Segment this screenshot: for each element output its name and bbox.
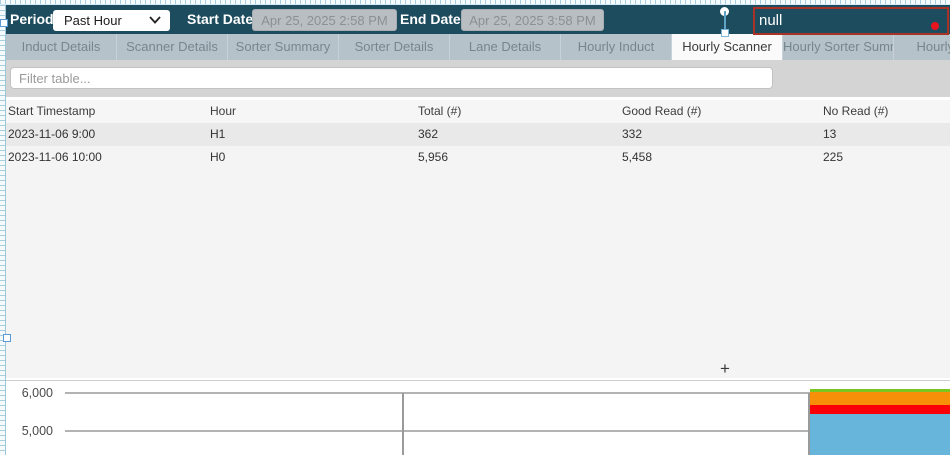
table-row[interactable]: 2023-11-06 10:00 H0 5,956 5,458 225 xyxy=(6,146,950,169)
tab-hourly-sorter-details[interactable]: Hourly Sort xyxy=(894,34,950,60)
tab-induct-details[interactable]: Induct Details xyxy=(6,34,117,60)
ruler-handle-mid[interactable] xyxy=(3,334,11,342)
chevron-down-icon xyxy=(149,16,161,24)
start-date-input[interactable] xyxy=(252,9,397,31)
left-ruler xyxy=(0,5,6,455)
table-header-row: Start Timestamp Hour Total (#) Good Read… xyxy=(6,100,950,123)
table-cell: H0 xyxy=(210,146,225,169)
bar-segment-no-read[interactable] xyxy=(810,405,950,414)
toolbar: Period: Past Hour Start Date: End Date: … xyxy=(6,5,950,34)
table-cell: 332 xyxy=(622,123,642,146)
filter-panel xyxy=(6,60,950,97)
table-cell: H1 xyxy=(210,123,225,146)
tab-bar: Induct Details Scanner Details Sorter Su… xyxy=(6,34,950,60)
filter-table-input[interactable] xyxy=(10,67,773,89)
tab-scanner-details[interactable]: Scanner Details xyxy=(117,34,228,60)
selection-anchor-square[interactable] xyxy=(721,29,729,37)
hourly-scanner-chart: 6,000 5,000 xyxy=(6,380,950,455)
table-row[interactable]: 2023-11-06 9:00 H1 362 332 13 xyxy=(6,123,950,146)
period-select[interactable]: Past Hour xyxy=(53,10,170,31)
tab-sorter-summary[interactable]: Sorter Summary xyxy=(228,34,339,60)
table-cell: 2023-11-06 10:00 xyxy=(8,146,102,169)
hourly-scanner-table: Start Timestamp Hour Total (#) Good Read… xyxy=(6,97,950,378)
column-header-total[interactable]: Total (#) xyxy=(418,100,461,123)
bar-segment-good-read[interactable] xyxy=(810,414,950,455)
y-axis-tick-label: 6,000 xyxy=(6,386,53,400)
gridline-vertical xyxy=(402,393,404,455)
ruler-handle-top[interactable] xyxy=(0,19,8,27)
period-select-value: Past Hour xyxy=(64,13,122,28)
null-overlay-text: null xyxy=(759,12,782,29)
null-overlay-widget[interactable]: null xyxy=(753,7,949,35)
table-cell: 2023-11-06 9:00 xyxy=(8,123,95,146)
tab-lane-details[interactable]: Lane Details xyxy=(450,34,561,60)
end-date-label: End Date: xyxy=(400,5,465,34)
table-cell: 5,458 xyxy=(622,146,652,169)
column-header-good-read[interactable]: Good Read (#) xyxy=(622,100,701,123)
table-cell: 13 xyxy=(823,123,836,146)
tab-hourly-scanner[interactable]: Hourly Scanner xyxy=(672,34,783,60)
column-header-hour[interactable]: Hour xyxy=(210,100,236,123)
dashboard-editor-canvas: Period: Past Hour Start Date: End Date: … xyxy=(0,0,950,455)
y-axis-tick-label: 5,000 xyxy=(6,424,53,438)
start-date-label: Start Date: xyxy=(187,5,258,34)
tab-hourly-sorter-summary[interactable]: Hourly Sorter Summar xyxy=(783,34,894,60)
top-ruler xyxy=(0,0,950,5)
column-header-start-timestamp[interactable]: Start Timestamp xyxy=(8,100,95,123)
red-marker-icon xyxy=(931,22,939,30)
column-header-no-read[interactable]: No Read (#) xyxy=(823,100,888,123)
stacked-bar-h0[interactable] xyxy=(810,389,950,455)
selection-anchor-line-icon xyxy=(724,11,726,31)
table-cell: 5,956 xyxy=(418,146,448,169)
crosshair-move-handle[interactable]: + xyxy=(717,361,733,377)
table-cell: 225 xyxy=(823,146,843,169)
bar-segment-unlabeled-orange[interactable] xyxy=(810,392,950,405)
table-cell: 362 xyxy=(418,123,438,146)
end-date-input[interactable] xyxy=(461,9,604,31)
tab-hourly-induct[interactable]: Hourly Induct xyxy=(561,34,672,60)
tab-sorter-details[interactable]: Sorter Details xyxy=(339,34,450,60)
period-label: Period: xyxy=(10,5,58,34)
